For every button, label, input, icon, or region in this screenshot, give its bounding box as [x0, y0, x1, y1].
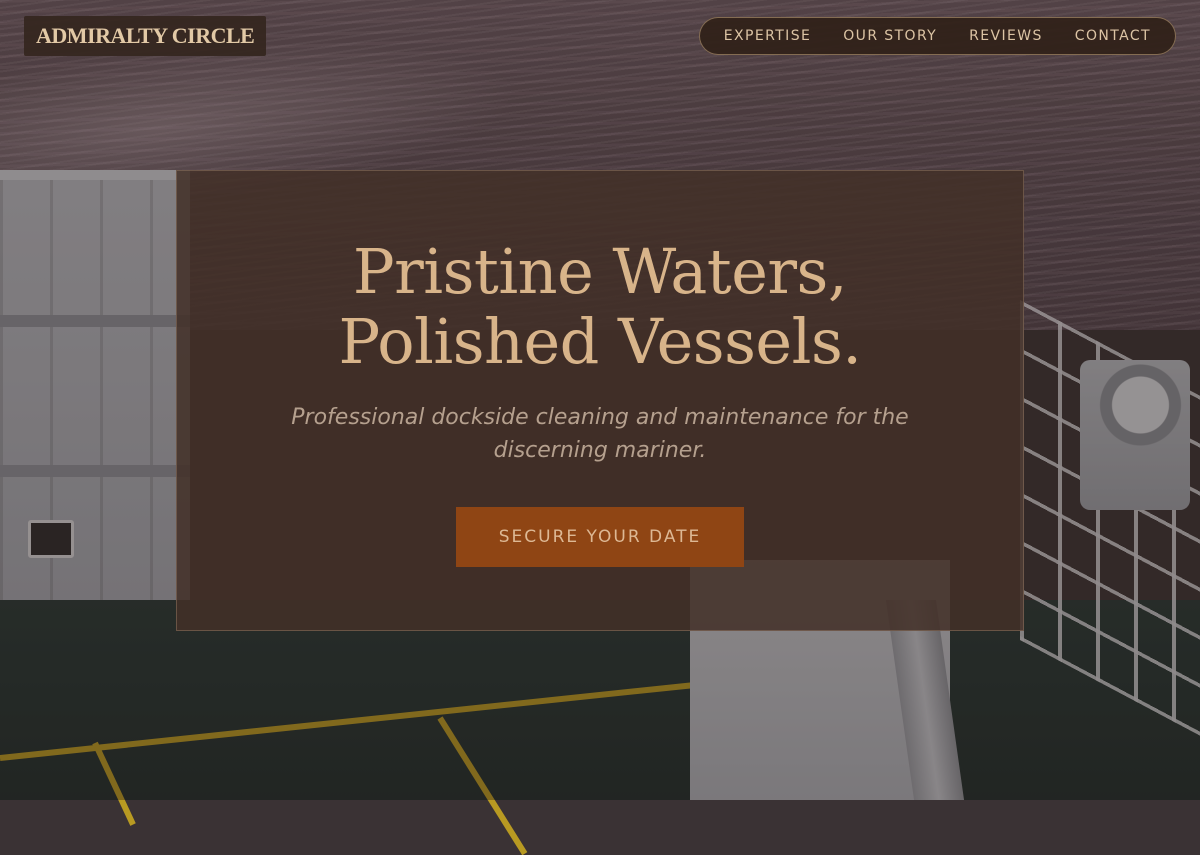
nav-link-our-story[interactable]: OUR STORY	[843, 28, 937, 44]
nav-link-reviews[interactable]: REVIEWS	[969, 28, 1043, 44]
hero-subtitle: Professional dockside cleaning and maint…	[291, 405, 909, 463]
nav-link-contact[interactable]: CONTACT	[1075, 28, 1151, 44]
hero-title-line-1: Pristine Waters,	[352, 235, 848, 308]
brand-logo[interactable]: ADMIRALTY CIRCLE	[24, 16, 267, 56]
hero-card: Pristine Waters, Polished Vessels. Profe…	[176, 170, 1024, 631]
hero-title: Pristine Waters, Polished Vessels.	[339, 237, 862, 377]
hero-title-line-2: Polished Vessels.	[338, 305, 862, 378]
secure-date-button[interactable]: SECURE YOUR DATE	[456, 507, 744, 567]
nav-link-expertise[interactable]: EXPERTISE	[724, 28, 811, 44]
main-nav: EXPERTISE OUR STORY REVIEWS CONTACT	[698, 17, 1176, 55]
